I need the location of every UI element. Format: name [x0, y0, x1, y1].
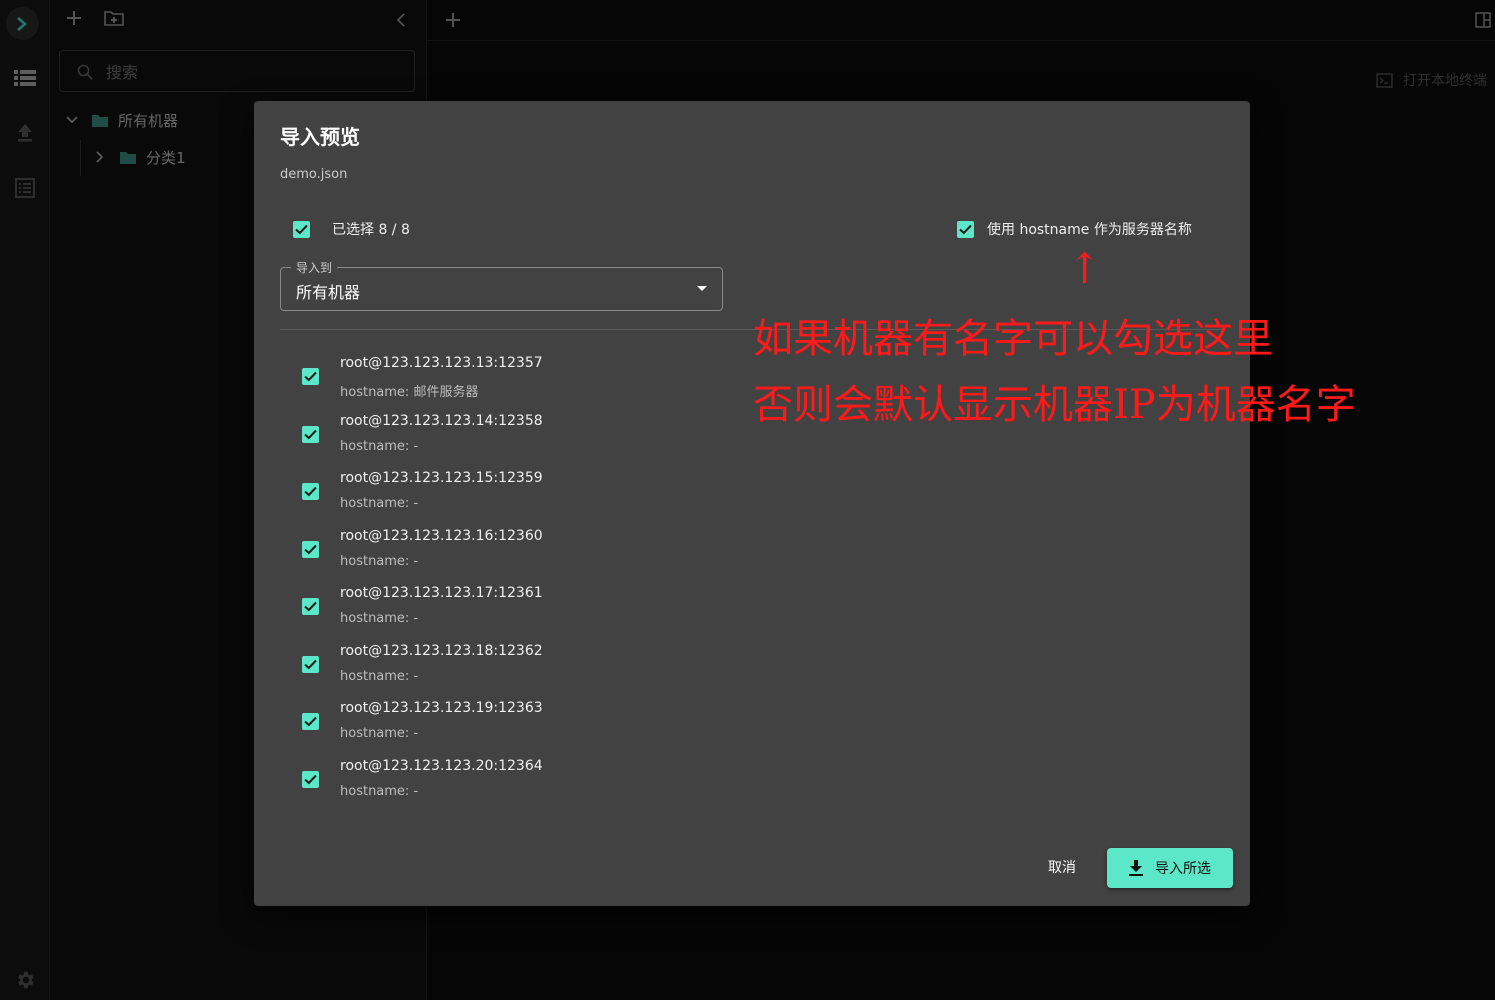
check-icon [304, 429, 317, 439]
server-checkbox[interactable] [302, 598, 319, 615]
server-list-item[interactable]: root@123.123.123.15:12359 hostname: - [254, 462, 1250, 519]
server-address: root@123.123.123.16:12360 [340, 527, 543, 544]
server-address: root@123.123.123.18:12362 [340, 642, 543, 659]
server-checkbox[interactable] [302, 655, 319, 673]
server-checkbox[interactable] [302, 368, 319, 385]
server-list-item[interactable]: root@123.123.123.18:12362 hostname: - [254, 635, 1250, 692]
server-hostname: hostname: 邮件服务器 [340, 385, 479, 400]
server-hostname: hostname: - [340, 553, 419, 569]
server-hostname: hostname: - [340, 611, 419, 626]
annotation-arrow: ↑ [1067, 244, 1103, 293]
import-selected-label: 导入所选 [1155, 861, 1211, 877]
check-icon [304, 774, 317, 784]
server-address: root@123.123.123.14:12358 [340, 412, 543, 429]
download-icon [1129, 860, 1143, 876]
server-list-item[interactable]: root@123.123.123.19:12363 hostname: - [254, 692, 1250, 749]
server-checkbox[interactable] [302, 483, 319, 500]
dialog-filename: demo.json [280, 167, 348, 182]
server-checkbox[interactable] [302, 770, 319, 788]
server-hostname: hostname: - [340, 496, 419, 511]
check-icon [304, 601, 317, 612]
check-icon [304, 716, 317, 727]
select-all-row[interactable]: 已选择 8 / 8 [293, 219, 410, 239]
check-icon [959, 224, 972, 234]
import-target-value: 所有机器 [296, 283, 361, 302]
import-target-label: 导入到 [291, 259, 338, 276]
dialog-title: 导入预览 [280, 125, 360, 149]
import-preview-dialog: 导入预览 demo.json 已选择 8 / 8 使用 hostname 作为服… [254, 101, 1250, 906]
check-icon [295, 224, 308, 234]
server-hostname: hostname: - [340, 726, 419, 741]
annotation-text-line2: 否则会默认显示机器IP为机器名字 [753, 382, 1356, 428]
server-hostname: hostname: - [340, 783, 419, 799]
check-icon [304, 371, 317, 382]
annotation-text-line1: 如果机器有名字可以勾选这里 [753, 316, 1273, 362]
server-checkbox[interactable] [302, 540, 319, 558]
check-icon [304, 659, 317, 669]
server-address: root@123.123.123.19:12363 [340, 700, 543, 716]
server-address: root@123.123.123.17:12361 [340, 585, 543, 601]
server-hostname: hostname: - [340, 668, 419, 684]
server-list-item[interactable]: root@123.123.123.16:12360 hostname: - [254, 520, 1250, 577]
use-hostname-row[interactable]: 使用 hostname 作为服务器名称 [957, 219, 1192, 239]
select-all-checkbox[interactable] [293, 220, 310, 238]
cancel-button[interactable]: 取消 [1034, 849, 1090, 885]
server-address: root@123.123.123.20:12364 [340, 757, 543, 774]
server-hostname: hostname: - [340, 438, 419, 454]
server-address: root@123.123.123.15:12359 [340, 470, 543, 486]
check-icon [304, 544, 317, 554]
server-checkbox[interactable] [302, 425, 319, 443]
dropdown-arrow-icon [697, 286, 707, 291]
check-icon [304, 486, 317, 497]
server-list-item[interactable]: root@123.123.123.17:12361 hostname: - [254, 577, 1250, 634]
import-selected-button[interactable]: 导入所选 [1107, 848, 1233, 888]
use-hostname-label: 使用 hostname 作为服务器名称 [987, 222, 1192, 238]
server-address: root@123.123.123.13:12357 [340, 355, 543, 371]
use-hostname-checkbox[interactable] [957, 220, 974, 238]
server-checkbox[interactable] [302, 713, 319, 730]
selected-count-label: 已选择 8 / 8 [332, 222, 410, 238]
import-target-select[interactable]: 导入到 所有机器 [280, 259, 723, 311]
server-list-item[interactable]: root@123.123.123.20:12364 hostname: - [254, 750, 1250, 807]
